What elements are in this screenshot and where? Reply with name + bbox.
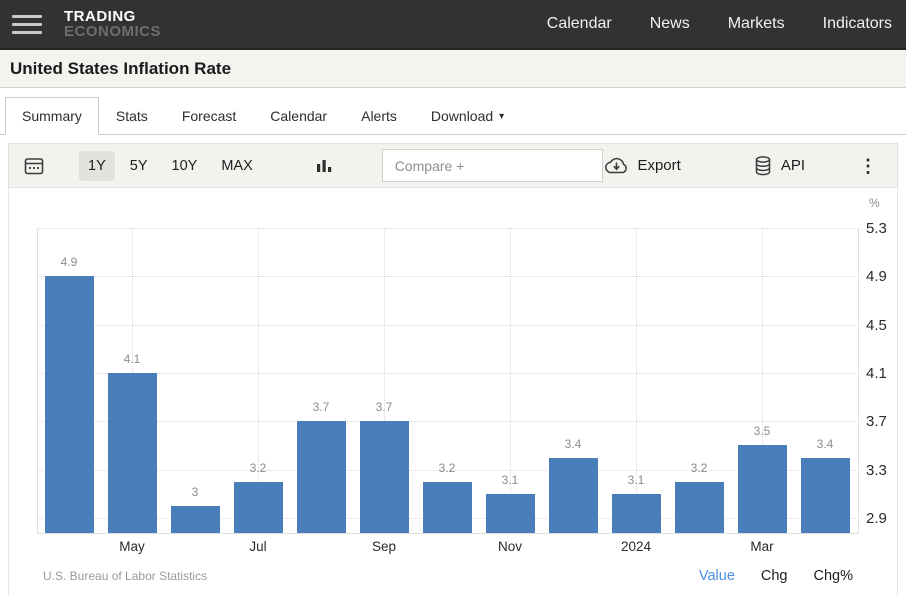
x-axis-tick-label: Nov xyxy=(498,539,522,554)
bar[interactable] xyxy=(234,482,283,533)
footer-link-chg[interactable]: Chg xyxy=(761,568,788,584)
caret-down-icon: ▾ xyxy=(499,111,504,122)
tab-forecast[interactable]: Forecast xyxy=(165,97,253,135)
bar[interactable] xyxy=(423,482,472,533)
bar-value-label: 3.2 xyxy=(691,461,708,475)
y-axis-tick-label: 3.3 xyxy=(866,462,887,479)
bar-value-label: 3.2 xyxy=(250,461,267,475)
nav-item-markets[interactable]: Markets xyxy=(728,15,785,33)
footer-links: Value Chg Chg% xyxy=(699,568,853,584)
cloud-download-icon xyxy=(603,156,629,175)
right-axis-line xyxy=(858,228,859,533)
title-bar: United States Inflation Rate xyxy=(0,50,906,88)
h-gridline xyxy=(37,421,858,422)
api-button[interactable]: API xyxy=(753,155,805,177)
bar-value-label: 3.7 xyxy=(376,400,393,414)
bar[interactable] xyxy=(45,276,94,533)
brand-logo[interactable]: TRADING ECONOMICS xyxy=(64,9,161,39)
calendar-icon xyxy=(23,155,45,177)
database-icon xyxy=(753,155,773,177)
y-axis-tick-label: 2.9 xyxy=(866,510,887,527)
bar-value-label: 3.1 xyxy=(628,473,645,487)
bar-value-label: 3.4 xyxy=(565,437,582,451)
nav-item-indicators[interactable]: Indicators xyxy=(823,15,892,33)
bar[interactable] xyxy=(297,421,346,533)
brand-line2: ECONOMICS xyxy=(64,24,161,39)
y-axis-tick-label: 4.5 xyxy=(866,317,887,334)
date-range-calendar-icon[interactable] xyxy=(23,155,45,177)
chart-footer: U.S. Bureau of Labor Statistics Value Ch… xyxy=(9,556,897,596)
tab-alerts[interactable]: Alerts xyxy=(344,97,414,135)
v-gridline xyxy=(636,228,637,533)
bar[interactable] xyxy=(675,482,724,533)
h-gridline xyxy=(37,228,858,229)
tabs-row: Summary Stats Forecast Calendar Alerts D… xyxy=(0,88,906,135)
chart-type-button[interactable] xyxy=(314,157,334,175)
bottom-axis-line xyxy=(37,533,858,534)
nav-item-news[interactable]: News xyxy=(650,15,690,33)
chart-panel: % 5.3 4.9 4.5 4.1 3.7 3.3 2.9 May Jul Sep Nov 2024 M… xyxy=(8,188,898,596)
bar[interactable] xyxy=(360,421,409,533)
range-1y-button[interactable]: 1Y xyxy=(79,151,115,181)
range-10y-button[interactable]: 10Y xyxy=(163,151,207,181)
bar-chart-icon xyxy=(314,157,334,175)
x-axis-tick-label: May xyxy=(119,539,145,554)
bar[interactable] xyxy=(612,494,661,533)
tab-calendar[interactable]: Calendar xyxy=(253,97,344,135)
bar-value-label: 3.1 xyxy=(502,473,519,487)
bar[interactable] xyxy=(171,506,220,533)
bar[interactable] xyxy=(801,458,850,533)
tab-stats[interactable]: Stats xyxy=(99,97,165,135)
footer-link-chgpct[interactable]: Chg% xyxy=(814,568,854,584)
h-gridline xyxy=(37,276,858,277)
y-axis-tick-label: 3.7 xyxy=(866,413,887,430)
bar-value-label: 3.7 xyxy=(313,400,330,414)
v-gridline xyxy=(510,228,511,533)
page-title: United States Inflation Rate xyxy=(10,59,231,79)
nav-item-calendar[interactable]: Calendar xyxy=(547,15,612,33)
bar[interactable] xyxy=(486,494,535,533)
bar[interactable] xyxy=(549,458,598,533)
export-button[interactable]: Export xyxy=(603,156,680,175)
chart-toolbar: 1Y 5Y 10Y MAX Export API xyxy=(8,143,898,188)
chart-plot-area: % 5.3 4.9 4.5 4.1 3.7 3.3 2.9 May Jul Sep Nov 2024 M… xyxy=(9,188,897,556)
h-gridline xyxy=(37,325,858,326)
nav-links: Calendar News Markets Indicators xyxy=(547,15,892,33)
tab-summary[interactable]: Summary xyxy=(5,97,99,135)
bar-value-label: 3.2 xyxy=(439,461,456,475)
top-navbar: TRADING ECONOMICS Calendar News Markets … xyxy=(0,0,906,50)
range-buttons: 1Y 5Y 10Y MAX xyxy=(79,151,262,181)
range-max-button[interactable]: MAX xyxy=(212,151,261,181)
brand-line1: TRADING xyxy=(64,9,161,24)
y-axis-tick-label: 4.9 xyxy=(866,268,887,285)
left-axis-line xyxy=(37,228,38,533)
bar-value-label: 3.5 xyxy=(754,424,771,438)
data-source-label: U.S. Bureau of Labor Statistics xyxy=(43,569,207,583)
bar-value-label: 3 xyxy=(192,485,199,499)
x-axis-tick-label: 2024 xyxy=(621,539,651,554)
x-axis-tick-label: Mar xyxy=(750,539,773,554)
bar-value-label: 3.4 xyxy=(817,437,834,451)
y-axis-tick-label: 5.3 xyxy=(866,220,887,237)
y-axis-unit-label: % xyxy=(869,196,880,210)
bar-value-label: 4.1 xyxy=(124,352,141,366)
compare-input[interactable] xyxy=(382,149,604,182)
y-axis-tick-label: 4.1 xyxy=(866,365,887,382)
kebab-menu-icon[interactable]: ⋮ xyxy=(859,157,877,175)
h-gridline xyxy=(37,373,858,374)
footer-link-value[interactable]: Value xyxy=(699,568,735,584)
bar-value-label: 4.9 xyxy=(61,255,78,269)
hamburger-menu-icon[interactable] xyxy=(12,15,42,34)
tab-download[interactable]: Download ▾ xyxy=(414,97,521,135)
x-axis-tick-label: Jul xyxy=(249,539,266,554)
bar[interactable] xyxy=(108,373,157,533)
x-axis-tick-label: Sep xyxy=(372,539,396,554)
toolbar-right: Export API ⋮ xyxy=(603,155,883,177)
range-5y-button[interactable]: 5Y xyxy=(121,151,157,181)
bar[interactable] xyxy=(738,445,787,533)
